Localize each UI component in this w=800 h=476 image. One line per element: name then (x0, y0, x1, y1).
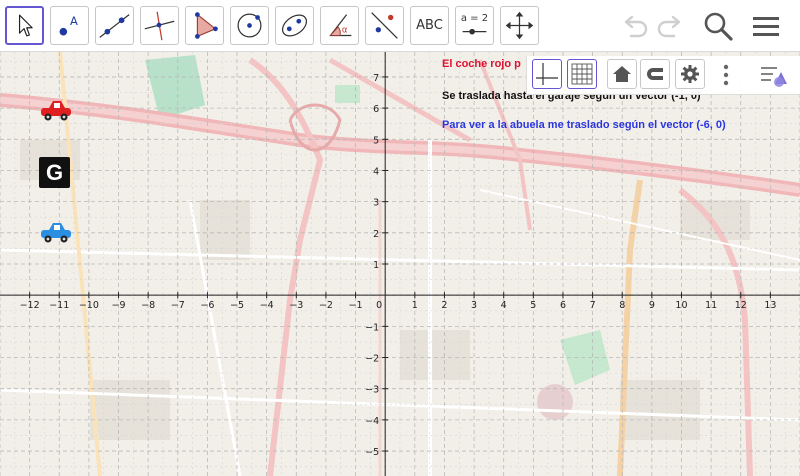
angle-tool-button[interactable]: α (320, 6, 359, 45)
coordinate-plane[interactable]: −12 −11 −10 −9 −8 −7 −6 −5 −4 −3 −2 −1 0 1 2 3 4 5 6 7 8 9 10 1… (0, 52, 800, 476)
angle-icon: α (329, 14, 352, 37)
x-tick-label: −9 (112, 300, 126, 311)
graphics-style-bar (526, 56, 800, 95)
x-tick-label: 10 (675, 300, 687, 311)
redo-icon (657, 15, 681, 38)
search-button[interactable] (700, 8, 736, 44)
circle-center-point-icon (237, 13, 262, 38)
more-options-button[interactable] (717, 60, 735, 90)
x-tick-label: 2 (441, 300, 447, 311)
ellipse-tool-button[interactable] (275, 6, 314, 45)
y-tick-label: 1 (373, 260, 379, 271)
x-tick-label: 7 (590, 300, 596, 311)
y-tick-label: 2 (373, 229, 379, 240)
y-tick-label: −3 (365, 385, 379, 396)
home-icon (613, 66, 631, 82)
style-bar-toggle-icon (761, 67, 787, 87)
slider-tool-button[interactable]: a = 2 (455, 6, 494, 45)
x-tick-label: 6 (560, 300, 566, 311)
y-tick-label: 7 (373, 73, 379, 84)
line-tool-button[interactable] (95, 6, 134, 45)
x-tick-label: 9 (649, 300, 655, 311)
main-menu-button[interactable] (748, 8, 784, 44)
x-tick-label: 12 (735, 300, 747, 311)
x-tick-label: −6 (200, 300, 214, 311)
x-tick-label: 5 (530, 300, 536, 311)
point-tool-button[interactable]: A (50, 6, 89, 45)
y-tick-label: 3 (373, 198, 379, 209)
axes-toggle-button[interactable] (532, 59, 562, 89)
more-vertical-icon (723, 64, 729, 86)
text-tool-button[interactable]: ABC (410, 6, 449, 45)
move-tool-button[interactable] (5, 6, 44, 45)
magnet-icon (647, 68, 663, 80)
x-tick-label: −10 (79, 300, 99, 311)
undo-button[interactable] (617, 8, 653, 44)
graphics-view[interactable]: −12 −11 −10 −9 −8 −7 −6 −5 −4 −3 −2 −1 0 1 2 3 4 5 6 7 8 9 10 1… (0, 52, 800, 476)
y-tick-label: −2 (365, 354, 379, 365)
x-tick-label: −1 (349, 300, 363, 311)
x-tick-label: −12 (20, 300, 40, 311)
standard-view-button[interactable] (607, 59, 637, 89)
blue-car-icon[interactable] (39, 220, 73, 244)
ellipse-icon (281, 14, 308, 37)
search-icon (704, 12, 733, 41)
grid-toggle-icon (571, 63, 593, 85)
style-bar-toggle-button[interactable] (757, 60, 791, 90)
x-tick-label: 4 (501, 300, 507, 311)
perpendicular-tool-button[interactable] (140, 6, 179, 45)
redo-button[interactable] (652, 8, 688, 44)
x-tick-label: 8 (619, 300, 625, 311)
point-capturing-button[interactable] (640, 59, 670, 89)
point-tool-label: A (70, 14, 78, 28)
reflect-tool-button[interactable] (365, 6, 404, 45)
y-tick-label: −5 (365, 447, 379, 458)
y-tick-label: −4 (365, 416, 379, 427)
red-car-text[interactable]: El coche rojo p (442, 58, 521, 70)
x-tick-label: 1 (412, 300, 418, 311)
x-tick-label: −8 (141, 300, 155, 311)
x-tick-label: 0 (376, 300, 382, 311)
y-tick-label: 6 (373, 104, 379, 115)
grid-toggle-button[interactable] (567, 59, 597, 89)
graphics-settings-button[interactable] (675, 59, 705, 89)
point-icon: A (59, 14, 78, 36)
x-tick-label: −7 (171, 300, 185, 311)
x-tick-label: 13 (764, 300, 776, 311)
red-car-icon[interactable] (39, 98, 73, 122)
x-tick-label: 11 (705, 300, 717, 311)
x-tick-label: −2 (319, 300, 333, 311)
polygon-icon (195, 12, 218, 39)
x-tick-label: −4 (260, 300, 274, 311)
x-tick-label: −3 (289, 300, 303, 311)
move-graphics-view-icon (505, 11, 534, 40)
reflect-about-line-icon (371, 12, 398, 39)
move-view-tool-button[interactable] (500, 6, 539, 45)
polygon-tool-button[interactable] (185, 6, 224, 45)
circle-tool-button[interactable] (230, 6, 269, 45)
x-tick-label: −11 (49, 300, 69, 311)
text-tool-icon: ABC (416, 18, 443, 33)
y-tick-label: 5 (373, 135, 379, 146)
pointer-arrow-icon (18, 14, 33, 37)
menu-icon (753, 17, 779, 36)
angle-tool-label: α (342, 26, 348, 36)
y-tick-label: −1 (365, 322, 379, 333)
toolbar: A α ABC a = 2 (0, 0, 800, 52)
undo-icon (624, 15, 648, 38)
x-tick-label: −5 (230, 300, 244, 311)
x-tick-label: 3 (471, 300, 477, 311)
line-through-two-points-icon (99, 14, 130, 38)
axes-toggle-icon (536, 63, 558, 85)
grandma-vector-text[interactable]: Para ver a la abuela me traslado según e… (442, 119, 726, 131)
garage-label[interactable]: G (39, 157, 70, 188)
gear-icon (681, 65, 699, 83)
y-tick-label: 4 (373, 166, 379, 177)
slider-icon (462, 28, 487, 35)
perpendicular-line-icon (144, 11, 175, 41)
